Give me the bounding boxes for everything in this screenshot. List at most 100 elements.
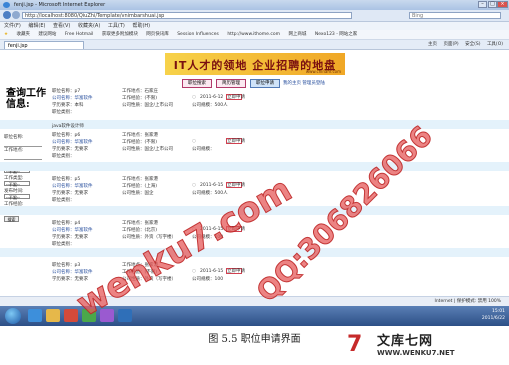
fav-item[interactable]: http://www.ithome.com (227, 32, 280, 37)
menu-edit[interactable]: 编辑(E) (28, 23, 45, 29)
job-search-button[interactable]: 职位搜索 (182, 79, 212, 88)
job-name: 职位名称：p4 (52, 221, 81, 226)
job-date: 2011-6-15 (200, 183, 224, 188)
top-links[interactable]: 我的主页 管理员登陆 (283, 80, 325, 86)
job-apply-button[interactable]: 职位申请 (250, 79, 280, 88)
type-select[interactable]: --不限-- (4, 181, 30, 187)
apply-button[interactable]: 立即申请 (226, 94, 245, 100)
ie-icon (3, 2, 10, 8)
company-link[interactable]: 公司名称：华富软件 (52, 269, 93, 275)
job-edu: 学历要求：无要求 (52, 277, 88, 282)
job-name: 职位名称：p5 (52, 177, 81, 182)
job-scale: 公司规模：500人 (192, 103, 228, 108)
page-content: IT人才的领地 企业招聘的地盘 www.chinahr.com 职位搜索 简历管… (0, 50, 509, 296)
page-menu[interactable]: 页面(P) (443, 42, 458, 47)
star-icon: ★ (4, 32, 9, 37)
command-bar: 主页 页面(P) 安全(S) 工具(O) (423, 40, 503, 49)
job-date: 2011-6-12 (200, 95, 224, 100)
menu-view[interactable]: 查看(V) (53, 23, 70, 29)
radio-icon[interactable]: ○ (192, 139, 196, 144)
job-name: 职位名称：p7 (52, 89, 81, 94)
maximize-button[interactable]: □ (488, 1, 497, 8)
clock-time: 15:01 (492, 309, 505, 314)
media-icon[interactable] (64, 309, 78, 322)
location-label: 工作地点: (4, 148, 24, 153)
search-input[interactable]: Bing (409, 12, 501, 19)
site-banner: IT人才的领地 企业招聘的地盘 www.chinahr.com (165, 53, 345, 75)
menu-bar: 文件(F) 编辑(E) 查看(V) 收藏夹(A) 工具(T) 帮助(H) (0, 22, 509, 30)
start-button[interactable] (5, 308, 21, 324)
job-edu: 学历要求：本科 (52, 103, 84, 108)
banner-url: www.chinahr.com (305, 69, 341, 74)
close-button[interactable]: × (497, 1, 508, 8)
minimize-button[interactable]: – (478, 1, 487, 8)
fav-item[interactable]: 建议网站 (38, 32, 56, 37)
job-type: 职位类别： (52, 198, 75, 203)
fav-item[interactable]: 网上商城 (288, 32, 306, 37)
location-input[interactable] (4, 154, 42, 160)
search-button[interactable]: 搜索 (4, 216, 19, 222)
tools-menu[interactable]: 工具(O) (487, 42, 503, 47)
fav-item[interactable]: 获取更多附加模块 (102, 32, 138, 37)
job-place: 工作地点：石家庄 (122, 89, 158, 94)
radio-icon[interactable]: ○ (192, 269, 196, 274)
sidebar-title: 查询工作信息: (6, 88, 46, 110)
radio-icon[interactable]: ○ (192, 95, 196, 100)
job-exp: 工作经验：(上海) (122, 184, 158, 189)
radio-icon[interactable]: ○ (192, 183, 196, 188)
title-bar: fenji.jsp - Microsoft Internet Explorer … (0, 0, 509, 10)
favorites-bar: ★ 收藏夹 建议网站 Free Hotmail 获取更多附加模块 网页快讯库 S… (0, 30, 509, 40)
logo-name: 文库七网 (377, 334, 434, 349)
job-item: 职位名称：p4 公司名称：华富软件 学历要求：无要求 职位类别： 工作地点：张家… (52, 220, 492, 262)
system-tray: 15:01 2011/6/22 (482, 308, 505, 322)
job-name-label: 职位名称: (4, 135, 24, 140)
fav-item[interactable]: 网页快讯库 (146, 32, 169, 37)
job-exp: 工作经验：(北京) (122, 228, 158, 233)
job-place: 工作地点：张家港 (122, 177, 158, 182)
word-icon[interactable] (118, 309, 132, 322)
job-type: 职位类别： (52, 110, 75, 115)
forward-icon[interactable] (12, 11, 20, 19)
taskbar: 15:01 2011/6/22 (0, 306, 509, 326)
screenshot: fenji.jsp - Microsoft Internet Explorer … (0, 0, 509, 326)
home-button[interactable]: 主页 (428, 42, 437, 47)
menu-help[interactable]: 帮助(H) (132, 23, 150, 29)
ie-taskbar-icon[interactable] (28, 309, 42, 322)
menu-tools[interactable]: 工具(T) (108, 23, 125, 29)
job-nature: 公司性质：国企/上市公司 (122, 103, 174, 108)
menu-favorites[interactable]: 收藏夹(A) (78, 23, 100, 29)
menu-file[interactable]: 文件(F) (4, 23, 21, 29)
job-type: 职位类别： (52, 154, 75, 159)
company-link[interactable]: 公司名称：华富软件 (52, 95, 93, 101)
folder-icon[interactable] (46, 309, 60, 322)
site-logo: 7 文库七网 WWW.WENKU7.NET (347, 326, 497, 365)
company-link[interactable]: 公司名称：华富软件 (52, 183, 93, 189)
apply-button[interactable]: 立即申请 (226, 268, 245, 274)
job-exp: 工作经验：(不限) (122, 96, 158, 101)
job-type: 职位类别： (52, 242, 75, 247)
window-title: fenji.jsp - Microsoft Internet Explorer (14, 2, 106, 8)
job-name: 职位名称：p6 (52, 133, 81, 138)
address-bar-row: http://localhost:8080/QiuZhi/Template/vn… (0, 10, 509, 22)
job-nature: 公司性质：国企 (122, 191, 154, 196)
sidebar: 查询工作信息: 行业: 职位名称: 工作地点: 工作性质: --不限-- 工作类… (0, 78, 50, 298)
company-link[interactable]: 公司名称：华富软件 (52, 227, 93, 233)
job-scale: 公司规模：100 (192, 277, 224, 282)
job-item: 职位名称：p7 公司名称：华富软件 学历要求：本科 职位类别： 工作地点：石家庄… (52, 88, 492, 130)
job-place: 工作地点：张家港 (122, 221, 158, 226)
apply-button[interactable]: 立即申请 (226, 182, 245, 188)
tab-current[interactable]: fenji.jsp (4, 41, 84, 49)
job-edu: 学历要求：无要求 (52, 191, 88, 196)
fav-item[interactable]: Nexo123 - 网站之家 (315, 32, 357, 37)
publish-select[interactable]: --不限-- (4, 194, 30, 200)
resume-manage-button[interactable]: 简历管理 (216, 79, 246, 88)
safety-menu[interactable]: 安全(S) (465, 42, 480, 47)
fav-item[interactable]: Session Influences (177, 32, 219, 37)
fav-item[interactable]: Free Hotmail (65, 32, 94, 37)
job-scale: 公司规模： (192, 147, 215, 152)
company-link[interactable]: 公司名称：华富软件 (52, 139, 93, 145)
apply-button[interactable]: 立即申请 (226, 138, 245, 144)
address-input[interactable]: http://localhost:8080/QiuZhi/Template/vn… (22, 12, 352, 19)
back-icon[interactable] (3, 11, 11, 19)
fav-item[interactable]: 收藏夹 (16, 32, 30, 37)
